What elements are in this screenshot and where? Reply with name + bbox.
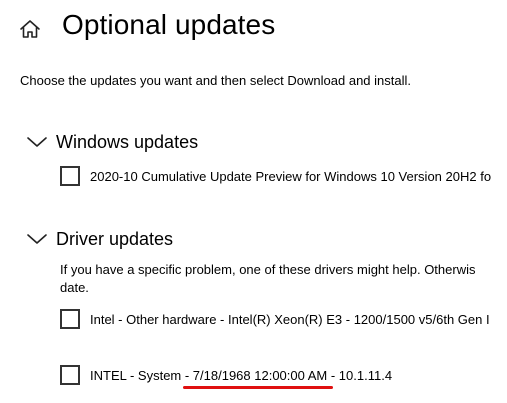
driver-help-line: If you have a specific problem, one of t… [60,262,476,277]
driver-update-checkbox-intel-system[interactable] [60,365,80,385]
annotation-underline [183,386,333,389]
driver-update-label: INTEL - System - 7/18/1968 12:00:00 AM -… [90,367,393,383]
windows-update-label: 2020-10 Cumulative Update Preview for Wi… [90,168,492,184]
chevron-down-icon [27,137,47,147]
page-description: Choose the updates you want and then sel… [20,73,411,88]
driver-updates-section-toggle[interactable]: Driver updates [27,227,173,251]
page-header: Optional updates [0,0,507,60]
list-item: Intel - Other hardware - Intel(R) Xeon(R… [60,308,507,330]
windows-updates-title: Windows updates [56,131,199,152]
driver-help-text: If you have a specific problem, one of t… [60,261,507,297]
driver-update-label: Intel - Other hardware - Intel(R) Xeon(R… [90,311,490,327]
driver-update-checkbox-intel-hardware[interactable] [60,309,80,329]
driver-updates-title: Driver updates [56,228,174,249]
windows-updates-section-toggle[interactable]: Windows updates [27,130,198,154]
chevron-down-icon [27,234,47,244]
windows-update-checkbox[interactable] [60,166,80,186]
home-icon[interactable] [19,18,41,40]
list-item: INTEL - System - 7/18/1968 12:00:00 AM -… [60,364,507,386]
page-title: Optional updates [62,9,276,40]
list-item: 2020-10 Cumulative Update Preview for Wi… [60,165,507,187]
driver-help-line: date. [60,280,89,295]
